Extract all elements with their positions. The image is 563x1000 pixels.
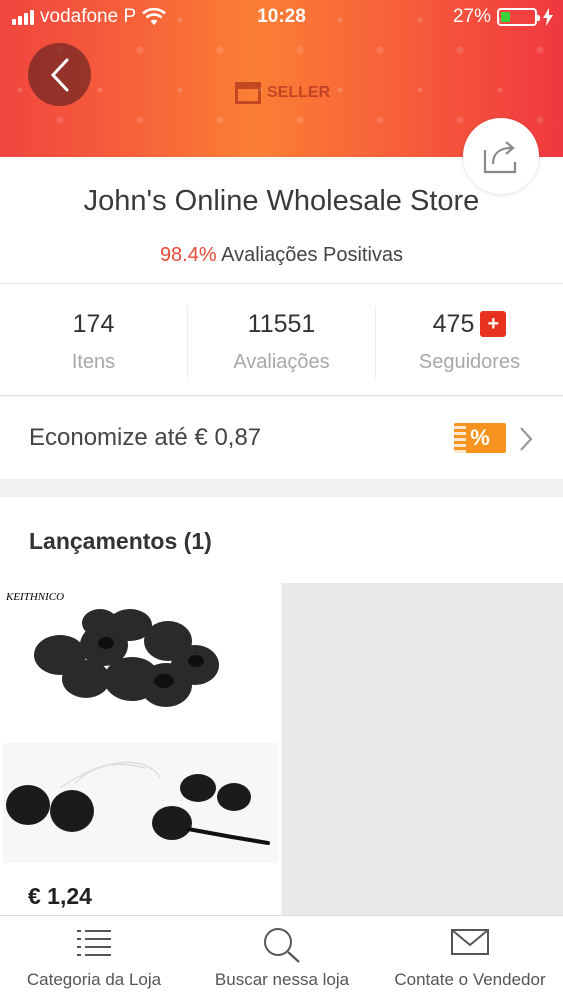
seller-badge-label: SELLER xyxy=(267,84,331,101)
stat-reviews-label: Avaliações xyxy=(233,351,330,373)
store-stats: 174 Itens 11551 Avaliações 475 + Seguidor… xyxy=(0,284,563,396)
nav-contact-seller[interactable]: Contate o Vendedor xyxy=(376,916,563,1000)
rating-percent: 98.4% xyxy=(159,244,217,266)
status-bar: vodafone P 10:28 27% xyxy=(0,0,563,36)
store-icon xyxy=(235,82,261,104)
bottom-nav: Categoria da Loja Buscar nessa loja Cont… xyxy=(0,915,563,1000)
back-button[interactable] xyxy=(28,43,91,106)
battery-status: 27% xyxy=(453,6,553,28)
nav-store-category[interactable]: Categoria da Loja xyxy=(0,916,188,1000)
nav-search-store[interactable]: Buscar nessa loja xyxy=(188,916,376,1000)
chevron-left-icon xyxy=(50,58,68,91)
stat-items-label: Itens xyxy=(71,351,116,373)
store-rating: 98.4% Avaliações Positivas xyxy=(0,244,563,267)
stat-reviews[interactable]: 11551 Avaliações xyxy=(188,284,375,396)
stat-followers-value: 475 xyxy=(432,310,475,338)
chevron-right-icon xyxy=(520,427,533,451)
battery-icon xyxy=(497,8,540,26)
follow-plus-button[interactable]: + xyxy=(480,311,507,337)
list-icon xyxy=(77,930,111,956)
coupon-percent-badge: % xyxy=(454,423,506,453)
charging-bolt-icon xyxy=(543,8,553,26)
seller-badge: SELLER xyxy=(235,82,330,104)
stat-followers-value-row: 475 + xyxy=(376,310,563,339)
stat-followers-label: Seguidores xyxy=(418,351,521,373)
share-button[interactable] xyxy=(463,118,539,194)
nav-store-category-label: Categoria da Loja xyxy=(26,970,162,989)
product-brand-tag: KEITHNICO xyxy=(5,591,64,603)
new-arrivals-header: Lançamentos (1) xyxy=(0,497,563,583)
battery-percent: 27% xyxy=(452,6,491,27)
stat-followers[interactable]: 475 + Seguidores xyxy=(376,284,563,396)
search-icon xyxy=(264,928,300,963)
store-name: John's Online Wholesale Store xyxy=(83,185,480,217)
section-title: Lançamentos (1) xyxy=(29,528,212,554)
nav-contact-seller-label: Contate o Vendedor xyxy=(394,970,546,989)
savings-text: Economize até € 0,87 xyxy=(29,424,262,451)
stat-items[interactable]: 174 Itens xyxy=(0,284,187,396)
product-card[interactable]: KEITHNICO € 1,24 xyxy=(0,583,281,915)
product-price: € 1,24 xyxy=(28,883,92,909)
stat-items-value: 174 xyxy=(72,310,115,338)
rating-label: Avaliações Positivas xyxy=(221,244,404,266)
product-image[interactable]: KEITHNICO xyxy=(0,583,281,865)
nav-search-store-label: Buscar nessa loja xyxy=(214,970,350,989)
stat-reviews-value: 11551 xyxy=(247,310,316,338)
empty-product-slot xyxy=(282,583,563,915)
battery-level-fill xyxy=(501,12,510,22)
mail-icon xyxy=(451,929,489,955)
share-icon xyxy=(483,141,517,174)
